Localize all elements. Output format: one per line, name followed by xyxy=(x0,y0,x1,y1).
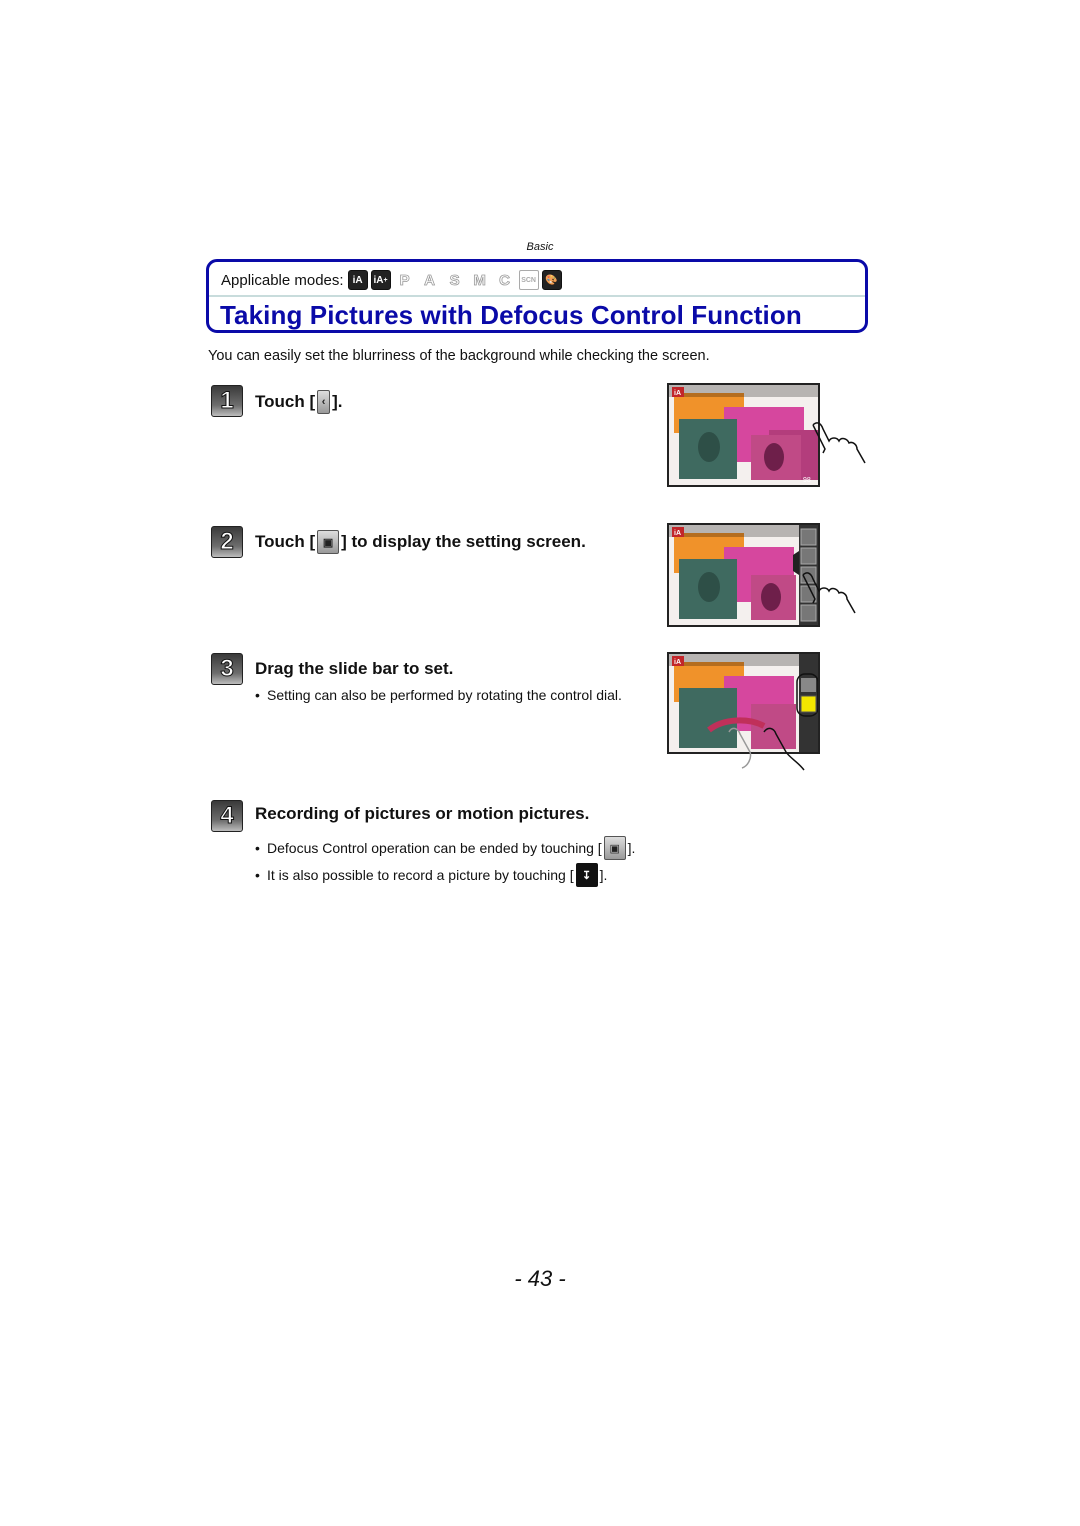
applicable-modes-label: Applicable modes: xyxy=(221,271,344,289)
custom-mode-icon: C xyxy=(499,271,511,289)
camera-preview-2: iA xyxy=(669,525,818,625)
step-4-badge: 4 xyxy=(211,800,243,832)
step-4-title: Recording of pictures or motion pictures… xyxy=(255,804,590,823)
camera-screen-step-3: iA xyxy=(667,652,820,771)
step-2-text-post: ] to display the setting screen. xyxy=(341,532,586,551)
mode-badge-text: iA xyxy=(674,530,681,537)
step-1-text-pre: Touch [ xyxy=(255,392,316,411)
bullet-dot: • xyxy=(255,867,260,883)
tab-open-icon: ‹ xyxy=(317,390,331,414)
bullet-dot: • xyxy=(255,687,260,703)
page-number: - 43 - xyxy=(514,1266,566,1291)
step-2-badge: 2 xyxy=(211,526,243,558)
step-4-bullet-2-end: ]. xyxy=(599,867,608,883)
step-2-text-pre: Touch [ xyxy=(255,532,316,551)
creative-control-icon: 🎨 xyxy=(541,270,562,290)
aperture-priority-icon: A xyxy=(424,271,436,289)
title-box: Applicable modes: iA iA + P A S M C SCN 🎨… xyxy=(206,259,868,333)
step-4-bullet-1-end: ]. xyxy=(627,840,636,856)
shutter-priority-icon: S xyxy=(449,271,460,289)
page-title: Taking Pictures with Defocus Control Fun… xyxy=(220,300,802,330)
intro-text: You can easily set the blurriness of the… xyxy=(208,348,710,364)
intelligent-auto-icon: iA xyxy=(347,270,368,290)
step-1-text-post: ]. xyxy=(332,392,343,411)
camera-screen-step-2: iA xyxy=(667,523,856,627)
step-4-bullet-1-text: Defocus Control operation can be ended b… xyxy=(267,840,602,856)
program-mode-icon: P xyxy=(399,271,410,289)
mode-badge-text: iA xyxy=(674,659,681,666)
step-1-badge: 1 xyxy=(211,385,243,417)
step-4-bullet-2-text: It is also possible to record a picture … xyxy=(267,867,574,883)
manual-mode-icon: M xyxy=(473,271,486,289)
section-label: Basic xyxy=(526,241,554,253)
camera-screen-step-1: iA 98 xyxy=(667,383,866,487)
step-3-bullet: • Setting can also be performed by rotat… xyxy=(255,687,650,703)
touch-hand-icon xyxy=(802,572,856,614)
step-4-bullet-1: • Defocus Control operation can be ended… xyxy=(255,836,635,860)
applicable-modes: Applicable modes: iA iA + P A S M C SCN 🎨 xyxy=(221,268,565,292)
step-3-bullet-text: Setting can also be performed by rotatin… xyxy=(267,687,622,703)
step-4-bullet-2: • It is also possible to record a pictur… xyxy=(255,863,607,887)
defocus-control-icon: ▣ xyxy=(317,530,340,554)
scene-mode-icon: SCN xyxy=(518,270,539,290)
title-divider xyxy=(209,295,865,297)
bullet-dot: • xyxy=(255,840,260,856)
rotating-hands-icon xyxy=(728,727,805,771)
shutter-record-icon: ↧ xyxy=(575,863,598,887)
step-2-title: Touch [ ▣ ] to display the setting scree… xyxy=(255,530,586,554)
step-3-title: Drag the slide bar to set. xyxy=(255,659,454,678)
intelligent-auto-plus-icon: iA + xyxy=(370,270,391,290)
remaining-shots: 98 xyxy=(803,477,811,484)
mode-badge-text: iA xyxy=(674,390,681,397)
defocus-exit-icon: ▣ xyxy=(603,836,626,860)
step-1-title: Touch [ ‹ ]. xyxy=(255,390,343,414)
touch-hand-icon xyxy=(812,422,866,464)
camera-preview-1: iA 98 xyxy=(669,385,818,485)
step-3-badge: 3 xyxy=(211,653,243,685)
